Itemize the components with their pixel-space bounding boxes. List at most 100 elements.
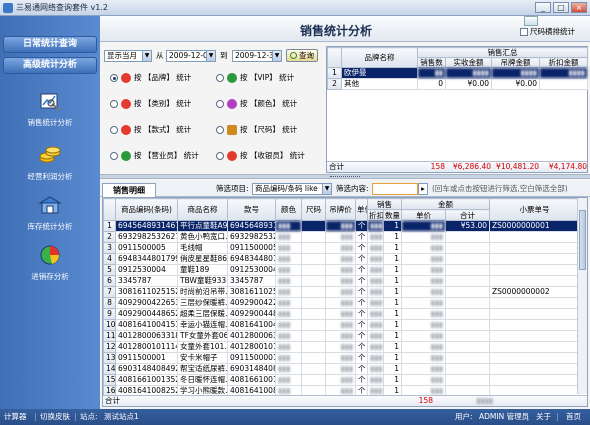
cell-code[interactable]: 3345787 — [115, 275, 178, 287]
cell-color[interactable]: ▮▮▮ — [275, 363, 302, 375]
cell-style[interactable]: 408164100415 — [227, 319, 276, 331]
cell-qty[interactable]: 1 — [383, 330, 402, 342]
table-row[interactable]: 5 0912530004 童鞋189 0912530004 ▮▮▮ ▮▮▮ 个 ▮▮▮ 1 ▮▮▮ — [103, 264, 580, 276]
table-row[interactable]: 124012800101114女童外套101…401280010111▮▮▮▮▮… — [103, 341, 580, 353]
cell-style[interactable]: 308161102515 — [227, 286, 276, 298]
cell-total[interactable] — [445, 341, 490, 353]
cell-ticket[interactable] — [489, 231, 580, 243]
col-header-size[interactable]: 尺码 — [301, 198, 326, 221]
cell-tagprice[interactable]: ▮▮▮ — [325, 220, 356, 232]
cell-qty[interactable]: 1 — [383, 341, 402, 353]
cell-price[interactable]: ▮▮▮ — [401, 264, 446, 276]
cell-discount[interactable]: ▮▮▮ — [367, 308, 384, 320]
cell-name[interactable]: 三层纱保暖裤… — [177, 297, 228, 309]
cell-size[interactable] — [301, 220, 326, 232]
filter-button[interactable]: ▸ — [418, 183, 428, 195]
col-header-name[interactable]: 商品名称 — [177, 198, 228, 221]
cell-qty[interactable]: 1 — [383, 286, 402, 298]
cell-unit[interactable]: 个 — [355, 264, 368, 276]
cell-tagprice[interactable]: ▮▮▮ — [325, 297, 356, 309]
cell-ticket[interactable] — [489, 341, 580, 353]
cell-price[interactable]: ▮▮▮ — [401, 297, 446, 309]
cell-total[interactable] — [445, 308, 490, 320]
cell-style[interactable]: 0911500001 — [227, 352, 276, 364]
cell-size[interactable] — [301, 253, 326, 265]
cell-code[interactable]: 4092900422653 — [115, 297, 178, 309]
cell-qty[interactable]: 1 — [383, 363, 402, 375]
cell-tagprice[interactable]: ▮▮▮ — [325, 319, 356, 331]
cell-name[interactable]: 时尚前沿吊带… — [177, 286, 228, 298]
cell-ticket[interactable] — [489, 242, 580, 254]
cell-price[interactable]: ▮▮▮ — [401, 352, 446, 364]
col-header-total[interactable]: 合计 — [445, 209, 490, 221]
cell-total[interactable] — [445, 363, 490, 375]
cell-unit[interactable]: 个 — [355, 341, 368, 353]
cell-discount[interactable]: ▮▮▮ — [367, 330, 384, 342]
cell-qty[interactable]: 1 — [383, 352, 402, 364]
cell-color[interactable]: ▮▮▮ — [275, 231, 302, 243]
cell-total[interactable] — [445, 264, 490, 276]
table-row[interactable]: 3 0911500005 毛线帽 0911500005 ▮▮▮ ▮▮▮ 个 ▮▮▮ 1 ▮▮▮ — [103, 242, 580, 254]
cell-unit[interactable]: 个 — [355, 308, 368, 320]
cell-style[interactable]: 694834480179 — [227, 253, 276, 265]
cell-unit[interactable]: 个 — [355, 286, 368, 298]
cell-color[interactable]: ▮▮▮ — [275, 286, 302, 298]
cell-price[interactable]: ▮▮▮ — [401, 308, 446, 320]
cell-color[interactable]: ▮▮▮ — [275, 264, 302, 276]
cell-tagprice[interactable]: ▮▮▮ — [325, 308, 356, 320]
sidebar-item-stock-flow[interactable]: 进销存分析 — [0, 244, 100, 282]
cell-ticket[interactable]: ZS0000000001 — [489, 220, 580, 232]
sidebar-section-daily[interactable]: 日常统计查询 — [3, 36, 97, 53]
cell-discount[interactable]: ▮▮▮ — [367, 363, 384, 375]
cell-qty[interactable]: 1 — [383, 264, 402, 276]
cell-size[interactable] — [301, 264, 326, 276]
cell-color[interactable]: ▮▮▮ — [275, 220, 302, 232]
cell-style[interactable]: 693298253262 — [227, 231, 276, 243]
radio-button[interactable] — [216, 125, 224, 134]
table-row[interactable]: 1 欧伊曼 ▮▮ ▮▮▮▮ ▮▮▮▮ ▮▮▮▮ — [327, 67, 588, 79]
cell-name[interactable]: 童鞋189 — [177, 264, 228, 276]
cell-name[interactable]: 女童外套101… — [177, 341, 228, 353]
cell-ticket[interactable]: ZS0000000002 — [489, 286, 580, 298]
option-vip[interactable]: 按 【VIP】 统计 — [216, 72, 294, 83]
table-row[interactable]: 6 3345787 TBW童鞋933 3345787 ▮▮▮ ▮▮▮ 个 ▮▮▮ 1 ▮▮▮ — [103, 275, 580, 287]
option-category[interactable]: 按 【类别】 统计 — [110, 98, 191, 109]
cell-qty[interactable]: 1 — [383, 242, 402, 254]
cell-tagprice[interactable]: ▮▮▮ — [325, 253, 356, 265]
cell-total[interactable] — [445, 330, 490, 342]
size-horizontal-checkbox[interactable]: 尺码横排统计 — [520, 26, 575, 37]
col-header-qty[interactable]: 数量 — [383, 209, 402, 221]
cell-discount[interactable]: ▮▮▮ — [367, 220, 384, 232]
cell-code[interactable]: 6948344801799 — [115, 253, 178, 265]
cell-discount[interactable]: ▮▮▮ — [367, 319, 384, 331]
cell-style[interactable]: 0911500005 — [227, 242, 276, 254]
cell-unit[interactable]: 个 — [355, 275, 368, 287]
sidebar-item-inventory[interactable]: 库存统计分析 — [0, 194, 100, 232]
cell-unit[interactable]: 个 — [355, 220, 368, 232]
table-row[interactable]: 104081641004151幸运小猫连帽…408164100415▮▮▮▮▮▮… — [103, 319, 580, 331]
cell-qty[interactable]: 1 — [383, 297, 402, 309]
checkbox-box[interactable] — [520, 27, 528, 36]
option-color[interactable]: 按 【颜色】 统计 — [216, 98, 297, 109]
cell-style[interactable]: 408166100135 — [227, 374, 276, 386]
cell-name[interactable]: 幸运小猫连帽… — [177, 319, 228, 331]
radio-button[interactable] — [110, 125, 118, 134]
cell-color[interactable]: ▮▮▮ — [275, 374, 302, 386]
cell-total[interactable] — [445, 242, 490, 254]
col-header-color[interactable]: 颜色 — [275, 198, 302, 221]
col-header-discount[interactable]: 折扣金额 — [539, 57, 588, 68]
cell-discount[interactable]: ▮▮▮ — [367, 341, 384, 353]
table-row[interactable]: 84092900422653三层纱保暖裤…409290042265▮▮▮▮▮▮个… — [103, 297, 580, 309]
cell-qty[interactable]: 1 — [383, 275, 402, 287]
cell-color[interactable]: ▮▮▮ — [275, 275, 302, 287]
close-button[interactable]: × — [571, 2, 587, 13]
about-link[interactable]: 关于 — [536, 409, 551, 425]
cell-size[interactable] — [301, 330, 326, 342]
cell-qty[interactable]: 1 — [383, 220, 402, 232]
cell-ticket[interactable] — [489, 319, 580, 331]
cell-unit[interactable]: 个 — [355, 374, 368, 386]
cell-style[interactable]: 694564893146 — [227, 220, 276, 232]
cell-code[interactable]: 0912530004 — [115, 264, 178, 276]
cell-style[interactable]: 401280006331 — [227, 330, 276, 342]
home-link[interactable]: 首页 — [566, 409, 581, 425]
